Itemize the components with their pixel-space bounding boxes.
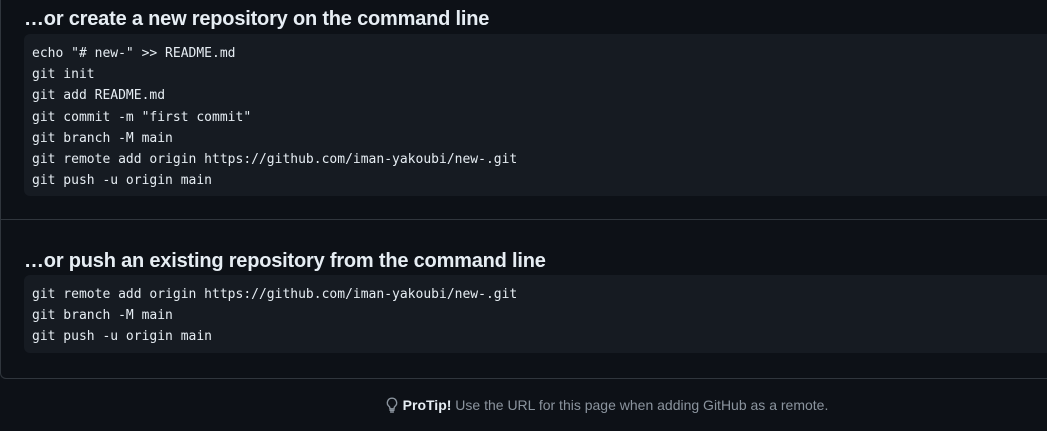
code-line[interactable]: echo "# new-" >> README.md xyxy=(32,43,1040,64)
code-line[interactable]: git add README.md xyxy=(32,85,1040,106)
code-line[interactable]: git push -u origin main xyxy=(32,170,1040,191)
code-line[interactable]: git commit -m "first commit" xyxy=(32,107,1040,128)
new-repo-section: …or create a new repository on the comma… xyxy=(1,0,1047,220)
quick-setup-panel: …or create a new repository on the comma… xyxy=(0,0,1047,379)
existing-repo-code-block[interactable]: git remote add origin https://github.com… xyxy=(24,275,1047,353)
protip-label: ProTip! xyxy=(402,397,452,413)
new-repo-heading: …or create a new repository on the comma… xyxy=(24,8,490,30)
new-repo-code-block[interactable]: echo "# new-" >> README.md git init git … xyxy=(24,34,1047,196)
existing-repo-heading: …or push an existing repository from the… xyxy=(24,250,546,272)
lightbulb-icon xyxy=(385,397,399,416)
code-line[interactable]: git init xyxy=(32,64,1040,85)
code-line[interactable]: git branch -M main xyxy=(32,305,1040,326)
protip: ProTip! Use the URL for this page when a… xyxy=(0,397,1047,416)
protip-text: Use the URL for this page when adding Gi… xyxy=(451,397,829,413)
existing-repo-section: …or push an existing repository from the… xyxy=(1,221,1047,378)
code-line[interactable]: git remote add origin https://github.com… xyxy=(32,284,1040,305)
code-line[interactable]: git push -u origin main xyxy=(32,326,1040,347)
code-line[interactable]: git branch -M main xyxy=(32,128,1040,149)
code-line[interactable]: git remote add origin https://github.com… xyxy=(32,149,1040,170)
